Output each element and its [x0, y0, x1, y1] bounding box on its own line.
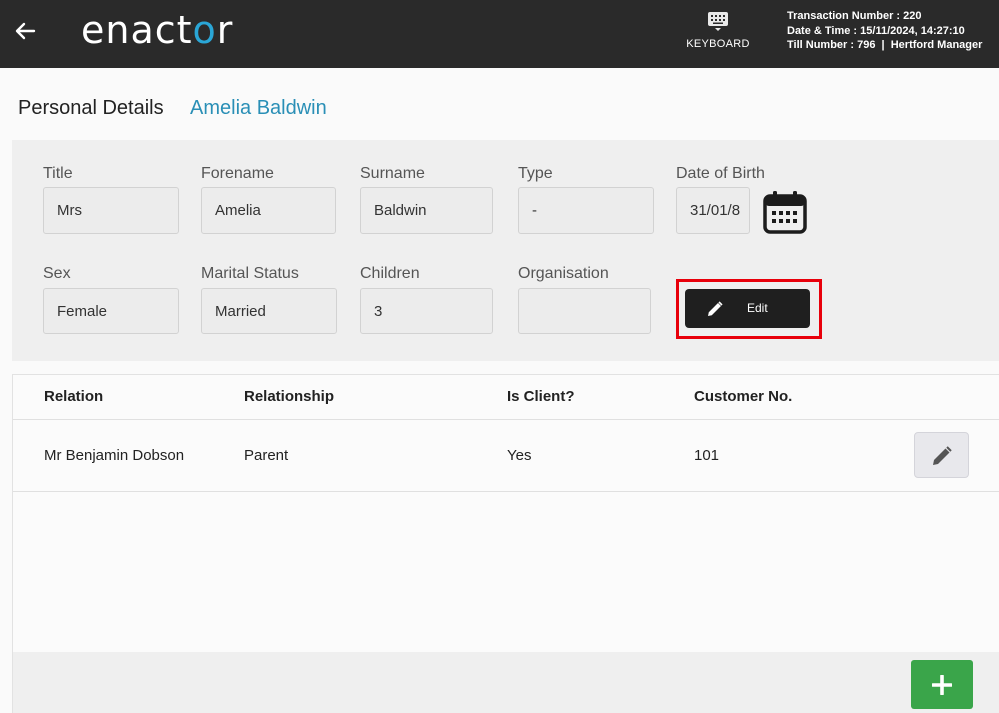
cell-relationship: Parent [244, 447, 289, 464]
surname-label: Surname [360, 165, 425, 182]
cell-customer-no: 101 [694, 447, 720, 464]
sex-field[interactable]: Female [43, 288, 179, 334]
cell-is-client: Yes [507, 447, 532, 464]
title-label: Title [43, 165, 73, 182]
title-field[interactable]: Mrs [43, 187, 179, 234]
date-time: Date & Time : 15/11/2024, 14:27:10 [787, 24, 965, 37]
header-divider [13, 419, 999, 420]
edit-button[interactable]: Edit [685, 289, 810, 328]
dob-label: Date of Birth [676, 165, 765, 182]
transaction-number: Transaction Number : 220 [787, 10, 922, 22]
dob-field[interactable]: 31/01/8 [676, 187, 750, 234]
sex-label: Sex [43, 265, 71, 282]
surname-field[interactable]: Baldwin [360, 187, 493, 234]
column-header-is-client: Is Client? [507, 388, 575, 405]
cell-relation: Mr Benjamin Dobson [44, 447, 185, 464]
row-edit-button[interactable] [914, 432, 969, 478]
logo-text-start: enact [81, 8, 193, 52]
type-label: Type [518, 165, 553, 182]
page-title: Personal Details [18, 97, 164, 119]
children-field[interactable]: 3 [360, 288, 493, 334]
add-relation-button[interactable] [911, 660, 973, 709]
column-header-relationship: Relationship [244, 388, 335, 405]
transaction-info: Transaction Number : 220 Date & Time : 1… [787, 9, 982, 53]
table-footer [13, 652, 999, 713]
column-header-relation: Relation [44, 388, 104, 405]
children-label: Children [360, 265, 420, 282]
edit-button-label: Edit [747, 301, 768, 315]
enactor-logo: enactor [81, 8, 233, 52]
logo-text-end: r [216, 8, 234, 52]
plus-icon [932, 675, 952, 695]
keyboard-label: KEYBOARD [686, 38, 750, 50]
organisation-label: Organisation [518, 265, 609, 282]
pencil-icon [933, 446, 952, 465]
calendar-icon[interactable] [763, 190, 807, 234]
logo-text-accent: o [192, 8, 217, 52]
forename-label: Forename [201, 165, 274, 182]
top-bar: enactor KEYBOARD Transaction Number : 22… [0, 0, 999, 68]
back-button[interactable] [12, 18, 38, 44]
pencil-icon [708, 301, 723, 316]
marital-status-label: Marital Status [201, 265, 299, 282]
type-field[interactable]: - [518, 187, 654, 234]
till-number: Till Number : 796 | Hertford Manager [787, 39, 983, 51]
marital-status-field[interactable]: Married [201, 288, 337, 334]
keyboard-icon [708, 12, 728, 31]
column-header-customer-no: Customer No. [694, 388, 793, 405]
keyboard-button[interactable]: KEYBOARD [683, 10, 753, 60]
customer-name: Amelia Baldwin [190, 97, 327, 119]
row-divider [13, 491, 999, 492]
forename-field[interactable]: Amelia [201, 187, 336, 234]
back-arrow-icon [15, 22, 36, 40]
organisation-field[interactable] [518, 288, 651, 334]
